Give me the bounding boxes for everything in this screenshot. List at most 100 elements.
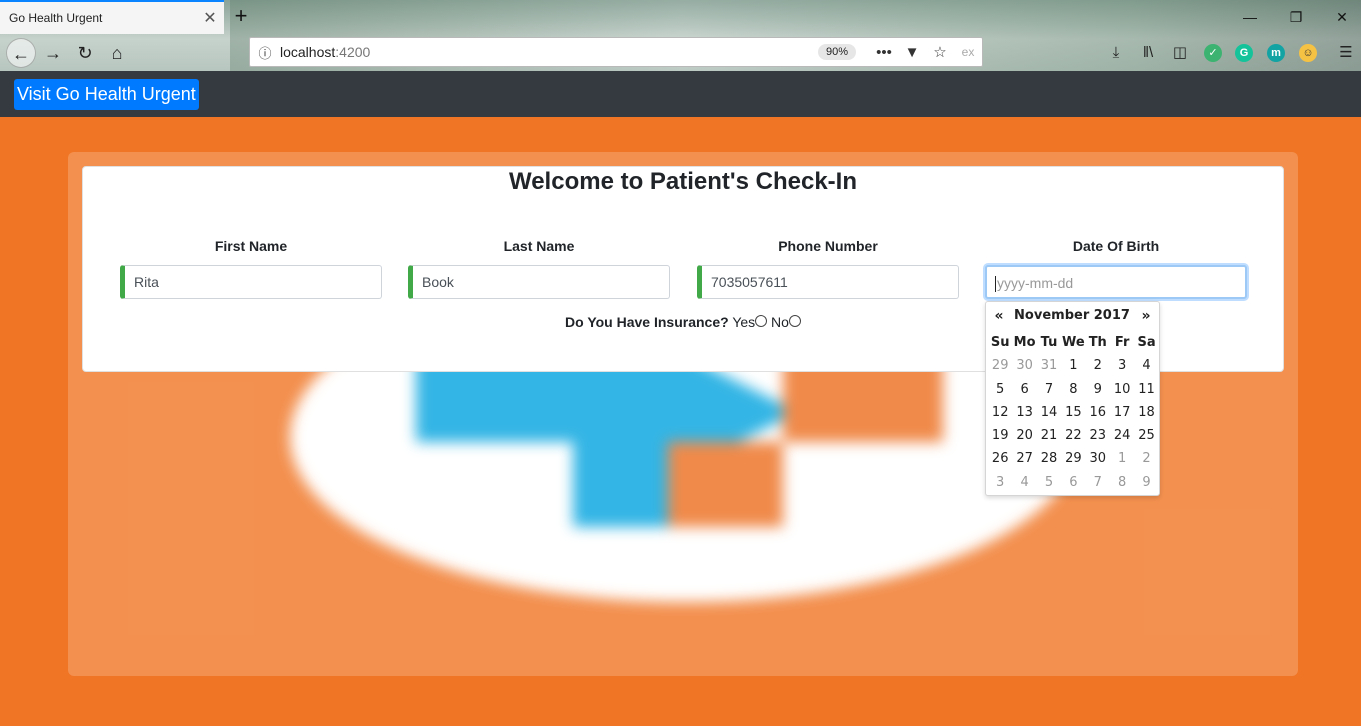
month-label[interactable]: November 2017: [1012, 308, 1132, 323]
grammarly-icon[interactable]: G: [1235, 44, 1253, 62]
day-cell[interactable]: 12: [988, 401, 1012, 424]
library-icon[interactable]: ‖\: [1137, 42, 1159, 64]
day-cell[interactable]: 7: [1086, 471, 1110, 494]
day-cell[interactable]: 2: [1086, 354, 1110, 377]
day-cell[interactable]: 29: [988, 354, 1012, 377]
menu-icon[interactable]: ☰: [1335, 42, 1357, 64]
day-cell[interactable]: 17: [1110, 401, 1134, 424]
home-icon[interactable]: ⌂: [102, 38, 132, 68]
restore-button[interactable]: ❐: [1273, 6, 1319, 28]
text-caret: [995, 276, 996, 293]
week-row: 5 6 7 8 9 10 11: [988, 378, 1159, 401]
day-cell[interactable]: 8: [1061, 378, 1085, 401]
day-cell[interactable]: 4: [1012, 471, 1036, 494]
weekday-label: Th: [1088, 335, 1107, 350]
day-cell[interactable]: 14: [1037, 401, 1061, 424]
browser-tab[interactable]: Go Health Urgent ✕: [0, 0, 224, 34]
date-of-birth-label: Date Of Birth: [1072, 238, 1160, 254]
day-cell[interactable]: 8: [1110, 471, 1134, 494]
phone-number-label: Phone Number: [778, 238, 878, 254]
bookmark-star-icon[interactable]: ☆: [926, 43, 954, 61]
insurance-no-label: No: [771, 314, 789, 330]
day-cell[interactable]: 15: [1061, 401, 1085, 424]
prev-month-button[interactable]: «: [988, 308, 1010, 324]
new-tab-button[interactable]: +: [230, 4, 252, 28]
day-cell[interactable]: 3: [988, 471, 1012, 494]
date-of-birth-placeholder: yyyy-mm-dd: [997, 275, 1074, 291]
day-cell[interactable]: 13: [1012, 401, 1036, 424]
pocket-icon[interactable]: ▼: [898, 44, 926, 61]
insurance-yes-radio[interactable]: [755, 315, 768, 327]
downloads-icon[interactable]: ⤓: [1105, 42, 1127, 64]
emoji-extension-icon[interactable]: ☺: [1299, 44, 1317, 62]
day-cell[interactable]: 16: [1086, 401, 1110, 424]
day-cell[interactable]: 23: [1086, 424, 1110, 447]
page-actions-icon[interactable]: •••: [870, 44, 898, 61]
day-cell[interactable]: 21: [1037, 424, 1061, 447]
back-icon[interactable]: ←: [6, 38, 36, 68]
day-cell[interactable]: 6: [1012, 378, 1036, 401]
day-cell[interactable]: 25: [1134, 424, 1158, 447]
day-cell[interactable]: 18: [1134, 401, 1158, 424]
day-cell[interactable]: 9: [1134, 471, 1158, 494]
phone-number-field[interactable]: 7035057611: [697, 265, 959, 299]
reload-icon[interactable]: ↻: [70, 38, 100, 68]
day-cell[interactable]: 19: [988, 424, 1012, 447]
visit-go-health-button[interactable]: Visit Go Health Urgent: [14, 79, 199, 110]
day-cell[interactable]: 30: [1012, 354, 1036, 377]
weekday-label: We: [1062, 335, 1085, 350]
zoom-indicator[interactable]: 90%: [817, 44, 856, 60]
date-of-birth-field[interactable]: yyyy-mm-dd: [985, 265, 1247, 299]
insurance-yes-label: Yes: [732, 314, 756, 330]
day-cell[interactable]: 5: [988, 378, 1012, 401]
day-cell[interactable]: 20: [1012, 424, 1036, 447]
day-cell[interactable]: 9: [1086, 378, 1110, 401]
extension-icon[interactable]: ex: [954, 45, 982, 59]
datepicker-popup: « November 2017 » Su Mo Tu We Th Fr Sa 29 30 31 1 2…: [985, 301, 1160, 496]
weekday-label: Su: [990, 335, 1010, 350]
day-cell[interactable]: 22: [1061, 424, 1085, 447]
week-row: 19 20 21 22 23 24 25: [988, 424, 1159, 447]
week-row: 12 13 14 15 16 17 18: [988, 401, 1159, 424]
day-cell[interactable]: 30: [1086, 447, 1110, 470]
first-name-field[interactable]: Rita: [120, 265, 382, 299]
address-bar[interactable]: ⓘ localhost:4200 90% ••• ▼ ☆ ex: [249, 37, 983, 67]
day-cell[interactable]: 2: [1134, 447, 1158, 470]
day-cell[interactable]: 1: [1110, 447, 1134, 470]
m-extension-icon[interactable]: m: [1267, 44, 1285, 62]
next-month-button[interactable]: »: [1135, 308, 1157, 324]
day-cell[interactable]: 27: [1012, 447, 1036, 470]
day-cell[interactable]: 31: [1037, 354, 1061, 377]
first-name-label: First Name: [214, 238, 288, 254]
url-text[interactable]: localhost:4200: [280, 44, 818, 60]
url-port: :4200: [335, 44, 371, 60]
day-cell[interactable]: 29: [1061, 447, 1085, 470]
tab-close-icon[interactable]: ✕: [196, 8, 224, 28]
day-cell[interactable]: 28: [1037, 447, 1061, 470]
weekday-label: Tu: [1040, 335, 1058, 350]
checkmark-extension-icon[interactable]: ✓: [1204, 44, 1222, 62]
forward-icon[interactable]: →: [38, 38, 68, 68]
last-name-field[interactable]: Book: [408, 265, 670, 299]
datepicker-grid: Su Mo Tu We Th Fr Sa 29 30 31 1 2 3 4 5 6 7 8 9 10 11 12 13 14 1…: [988, 331, 1159, 494]
day-cell[interactable]: 6: [1061, 471, 1085, 494]
day-cell[interactable]: 4: [1134, 354, 1158, 377]
browser-chrome: Go Health Urgent ✕ + — ❐ ✕ ← → ↻ ⌂ ⓘ loc…: [0, 0, 1361, 71]
minimize-button[interactable]: —: [1227, 6, 1273, 28]
insurance-question: Do You Have Insurance?: [565, 314, 729, 330]
insurance-no-radio[interactable]: [788, 315, 801, 327]
day-cell[interactable]: 26: [988, 447, 1012, 470]
week-row: 3456789: [988, 471, 1159, 494]
day-cell[interactable]: 10: [1110, 378, 1134, 401]
sidebar-icon[interactable]: ◫: [1169, 42, 1191, 64]
day-cell[interactable]: 11: [1134, 378, 1158, 401]
close-window-button[interactable]: ✕: [1319, 6, 1361, 28]
site-info-icon[interactable]: ⓘ: [250, 43, 280, 62]
day-cell[interactable]: 3: [1110, 354, 1134, 377]
last-name-label: Last Name: [503, 238, 575, 254]
day-cell[interactable]: 5: [1037, 471, 1061, 494]
page-title: Welcome to Patient's Check-In: [508, 168, 857, 195]
day-cell[interactable]: 1: [1061, 354, 1085, 377]
day-cell[interactable]: 7: [1037, 378, 1061, 401]
day-cell[interactable]: 24: [1110, 424, 1134, 447]
